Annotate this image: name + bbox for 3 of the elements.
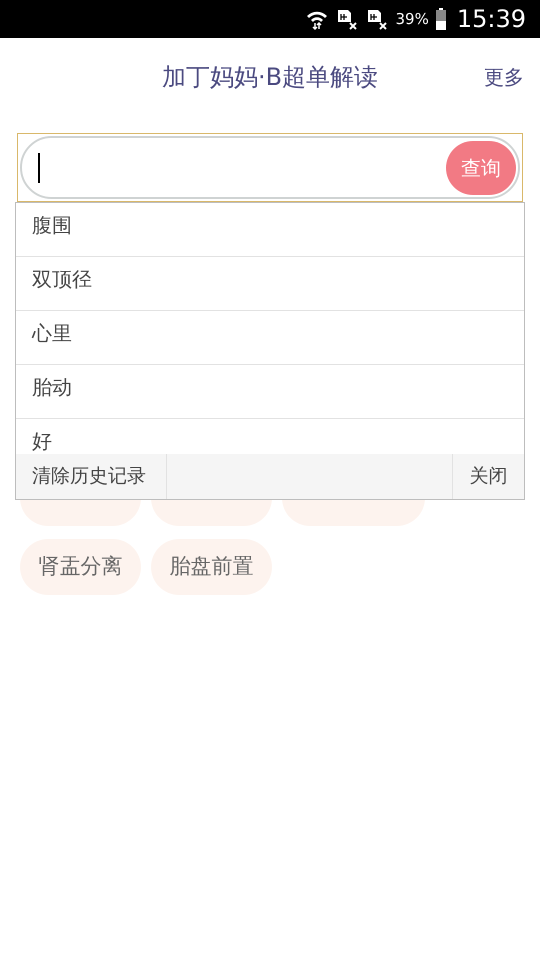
clock: 15:39	[456, 4, 526, 35]
battery-percent: 39%	[395, 8, 429, 30]
page-title: 加丁妈妈·B超单解读	[162, 62, 378, 92]
